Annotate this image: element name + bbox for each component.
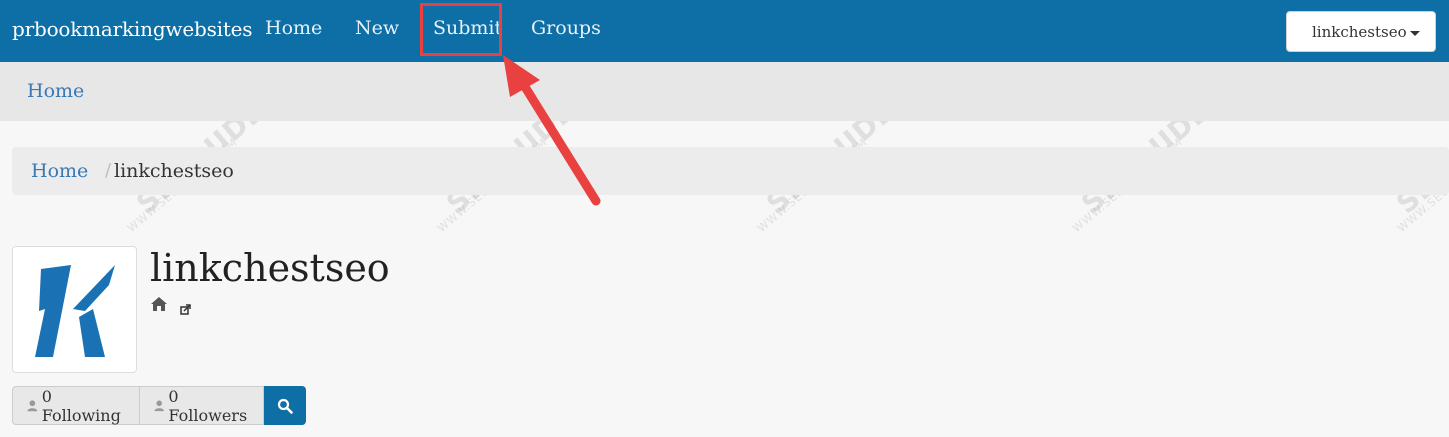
annotation-arrow-icon [503,55,601,206]
